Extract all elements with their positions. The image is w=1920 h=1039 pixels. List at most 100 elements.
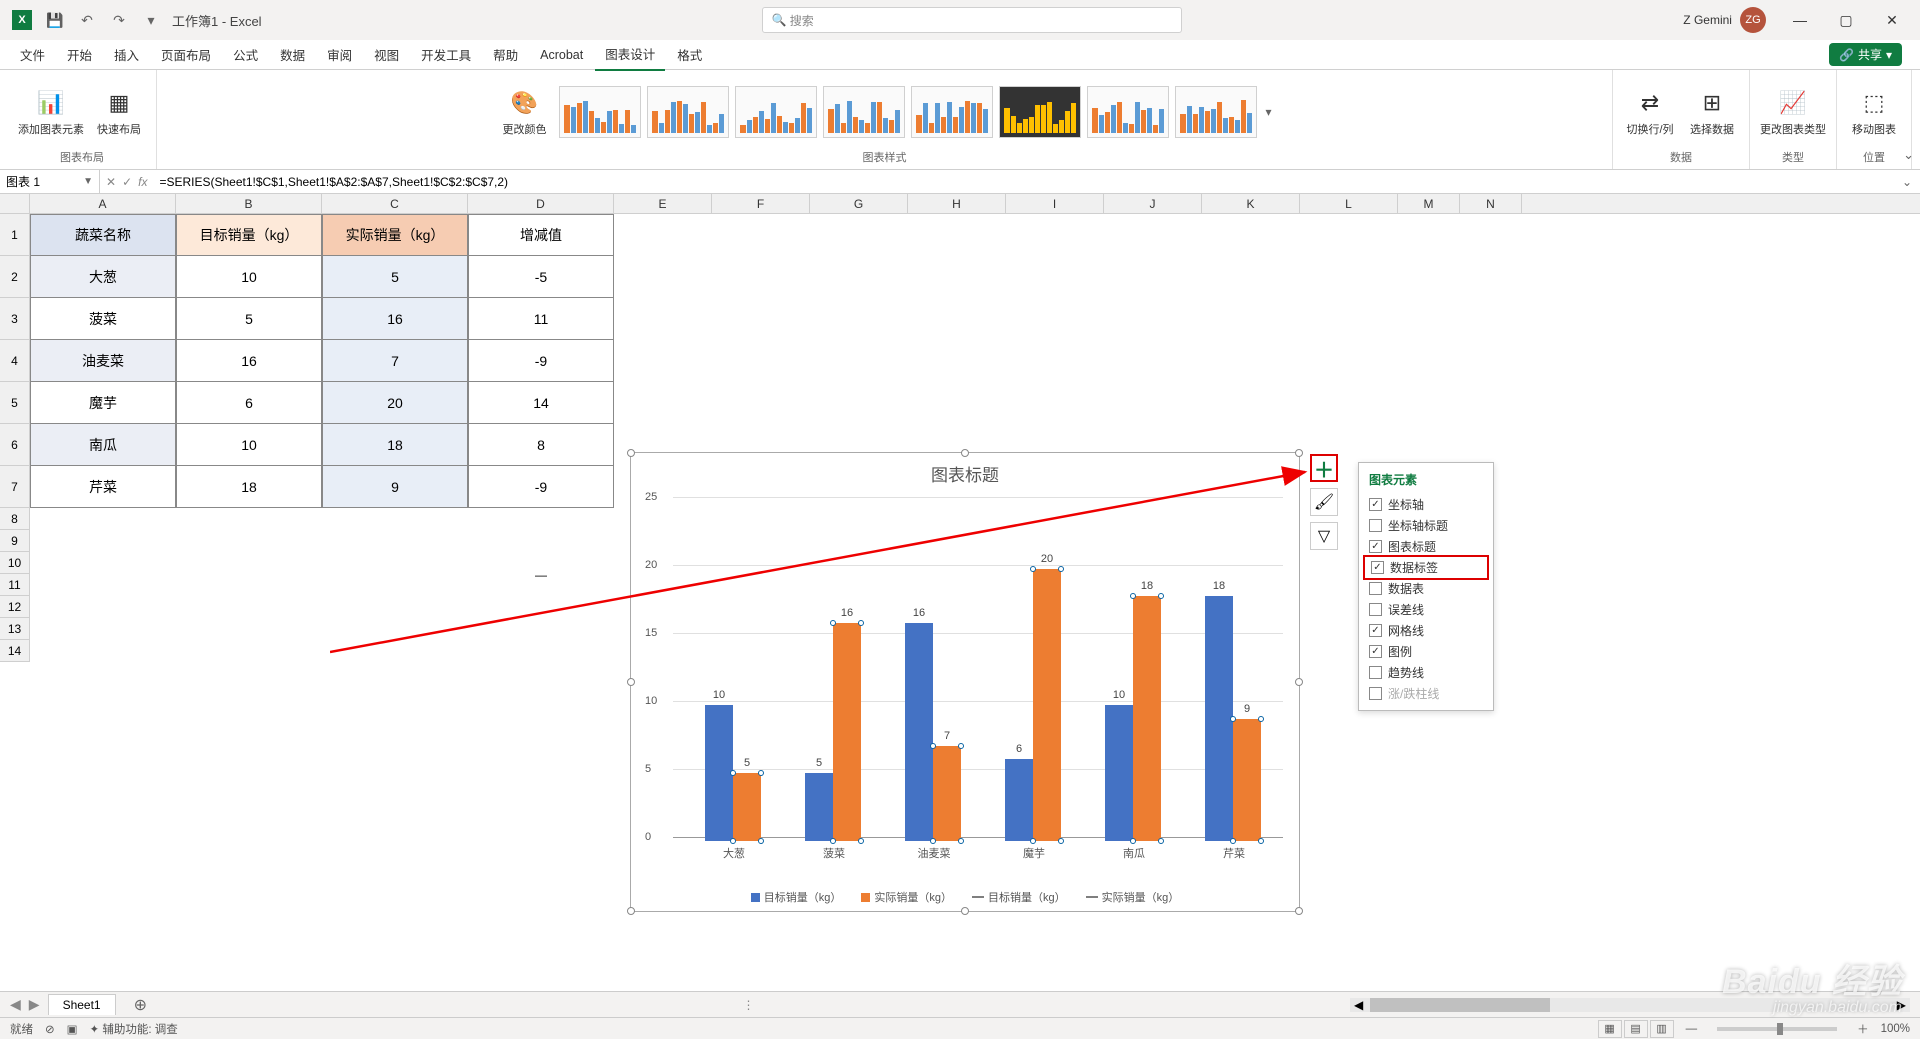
data-label[interactable]: 10 bbox=[713, 689, 725, 701]
formula-input[interactable]: =SERIES(Sheet1!$C$1,Sheet1!$A$2:$A$7,She… bbox=[153, 175, 1893, 189]
chart-style-thumb[interactable] bbox=[999, 86, 1081, 138]
select-data-button[interactable]: ⊞ 选择数据 bbox=[1685, 87, 1739, 137]
maximize-button[interactable]: ▢ bbox=[1824, 5, 1868, 35]
data-label[interactable]: 18 bbox=[1141, 580, 1153, 592]
column-header[interactable]: A bbox=[30, 194, 176, 213]
sheet-next-icon[interactable]: ▶ bbox=[29, 996, 40, 1013]
table-cell[interactable]: 16 bbox=[322, 298, 468, 340]
table-cell[interactable]: -9 bbox=[468, 466, 614, 508]
sheet-prev-icon[interactable]: ◀ bbox=[10, 996, 21, 1013]
chart-bar[interactable]: 20 bbox=[1033, 569, 1061, 841]
chart-bar[interactable]: 10 bbox=[1105, 705, 1133, 841]
worksheet-grid[interactable]: 1234567891011121314 蔬菜名称大葱菠菜油麦菜魔芋南瓜芹菜目标销… bbox=[0, 214, 1920, 934]
chart-style-thumb[interactable] bbox=[1175, 86, 1257, 138]
chart-filters-button[interactable]: ▽ bbox=[1310, 522, 1338, 550]
save-icon[interactable]: 💾 bbox=[44, 9, 66, 31]
checkbox[interactable]: ✓ bbox=[1369, 645, 1382, 658]
chart-element-option[interactable]: 数据表 bbox=[1363, 578, 1489, 599]
row-header[interactable]: 14 bbox=[0, 640, 30, 662]
table-cell[interactable]: -5 bbox=[468, 256, 614, 298]
ribbon-tab[interactable]: Acrobat bbox=[530, 42, 593, 68]
accessibility-icon[interactable]: ⊘ bbox=[45, 1022, 55, 1036]
minimize-button[interactable]: — bbox=[1778, 5, 1822, 35]
column-header[interactable]: F bbox=[712, 194, 810, 213]
ribbon-tab[interactable]: 格式 bbox=[667, 39, 712, 70]
redo-icon[interactable]: ↷ bbox=[108, 9, 130, 31]
table-cell[interactable]: 5 bbox=[322, 256, 468, 298]
table-cell[interactable]: 14 bbox=[468, 382, 614, 424]
expand-formula-icon[interactable]: ⌄ bbox=[1894, 175, 1920, 189]
plot-area[interactable]: 0510152025105大葱516菠菜167油麦菜620魔芋1018南瓜189… bbox=[673, 497, 1283, 841]
chart-style-thumb[interactable] bbox=[1087, 86, 1169, 138]
table-cell[interactable]: 9 bbox=[322, 466, 468, 508]
data-label[interactable]: 9 bbox=[1244, 703, 1250, 715]
change-colors-button[interactable]: 🎨 更改颜色 bbox=[497, 87, 551, 137]
row-header[interactable]: 3 bbox=[0, 298, 30, 340]
column-header[interactable]: E bbox=[614, 194, 712, 213]
table-cell[interactable]: 菠菜 bbox=[30, 298, 176, 340]
sheet-tab[interactable]: Sheet1 bbox=[48, 994, 116, 1015]
row-header[interactable]: 7 bbox=[0, 466, 30, 508]
column-header[interactable]: H bbox=[908, 194, 1006, 213]
table-cell[interactable]: 11 bbox=[468, 298, 614, 340]
chart-styles-gallery[interactable] bbox=[559, 86, 1257, 138]
chart-element-option[interactable]: ✓图例 bbox=[1363, 641, 1489, 662]
checkbox[interactable] bbox=[1369, 603, 1382, 616]
normal-view-icon[interactable]: ▦ bbox=[1598, 1020, 1622, 1038]
row-header[interactable]: 8 bbox=[0, 508, 30, 530]
column-header[interactable]: B bbox=[176, 194, 322, 213]
user-account[interactable]: Z Gemini ZG bbox=[1683, 7, 1766, 33]
chart-style-thumb[interactable] bbox=[823, 86, 905, 138]
scroll-left-icon[interactable]: ◀ bbox=[1354, 998, 1363, 1012]
quick-layout-button[interactable]: ▦ 快速布局 bbox=[92, 87, 146, 137]
table-cell[interactable]: 魔芋 bbox=[30, 382, 176, 424]
search-box[interactable]: 🔍 搜索 bbox=[762, 7, 1182, 33]
table-header-cell[interactable]: 目标销量（kg） bbox=[176, 214, 322, 256]
accessibility-status[interactable]: ✦ 辅助功能: 调查 bbox=[90, 1021, 178, 1037]
chart-bar[interactable]: 16 bbox=[833, 623, 861, 841]
table-cell[interactable]: 大葱 bbox=[30, 256, 176, 298]
tab-split-icon[interactable]: ⋮ bbox=[743, 998, 755, 1012]
horizontal-scrollbar[interactable]: ◀ ▶ bbox=[1350, 998, 1910, 1012]
table-header-cell[interactable]: 蔬菜名称 bbox=[30, 214, 176, 256]
table-header-cell[interactable]: 实际销量（kg） bbox=[322, 214, 468, 256]
column-header[interactable]: I bbox=[1006, 194, 1104, 213]
data-label[interactable]: 16 bbox=[913, 607, 925, 619]
table-cell[interactable]: 5 bbox=[176, 298, 322, 340]
table-header-cell[interactable]: 增减值 bbox=[468, 214, 614, 256]
legend-item[interactable]: 实际销量（kg） bbox=[1086, 889, 1180, 905]
data-label[interactable]: 20 bbox=[1041, 553, 1053, 565]
chart-element-option[interactable]: ✓数据标签 bbox=[1363, 555, 1489, 580]
table-cell[interactable]: 油麦菜 bbox=[30, 340, 176, 382]
add-chart-element-button[interactable]: 📊 添加图表元素 bbox=[18, 87, 84, 137]
change-chart-type-button[interactable]: 📈 更改图表类型 bbox=[1760, 87, 1826, 137]
ribbon-tab[interactable]: 帮助 bbox=[483, 39, 528, 70]
scrollbar-thumb[interactable] bbox=[1370, 998, 1550, 1012]
table-cell[interactable]: -9 bbox=[468, 340, 614, 382]
checkbox[interactable]: ✓ bbox=[1369, 540, 1382, 553]
ribbon-tab[interactable]: 审阅 bbox=[317, 39, 362, 70]
gallery-more-icon[interactable]: ▾ bbox=[1265, 105, 1271, 119]
column-header[interactable]: K bbox=[1202, 194, 1300, 213]
qat-dropdown-icon[interactable]: ▾ bbox=[140, 9, 162, 31]
column-header[interactable]: C bbox=[322, 194, 468, 213]
table-cell[interactable]: 南瓜 bbox=[30, 424, 176, 466]
data-label[interactable]: 6 bbox=[1016, 743, 1022, 755]
legend-item[interactable]: 实际销量（kg） bbox=[861, 889, 952, 905]
column-header[interactable]: L bbox=[1300, 194, 1398, 213]
chart-bar[interactable]: 5 bbox=[733, 773, 761, 841]
move-chart-button[interactable]: ⬚ 移动图表 bbox=[1847, 87, 1901, 137]
table-cell[interactable]: 芹菜 bbox=[30, 466, 176, 508]
table-cell[interactable]: 20 bbox=[322, 382, 468, 424]
chart-bar[interactable]: 5 bbox=[805, 773, 833, 841]
column-header[interactable]: D bbox=[468, 194, 614, 213]
page-break-view-icon[interactable]: ▥ bbox=[1650, 1020, 1674, 1038]
data-label[interactable]: 5 bbox=[816, 757, 822, 769]
accept-formula-icon[interactable]: ✓ bbox=[122, 175, 132, 189]
checkbox[interactable] bbox=[1369, 582, 1382, 595]
zoom-in-icon[interactable]: ＋ bbox=[1857, 1021, 1869, 1037]
chart-bar[interactable]: 9 bbox=[1233, 719, 1261, 841]
data-label[interactable]: 18 bbox=[1213, 580, 1225, 592]
name-box-dropdown-icon[interactable]: ▼ bbox=[83, 176, 93, 187]
row-header[interactable]: 9 bbox=[0, 530, 30, 552]
